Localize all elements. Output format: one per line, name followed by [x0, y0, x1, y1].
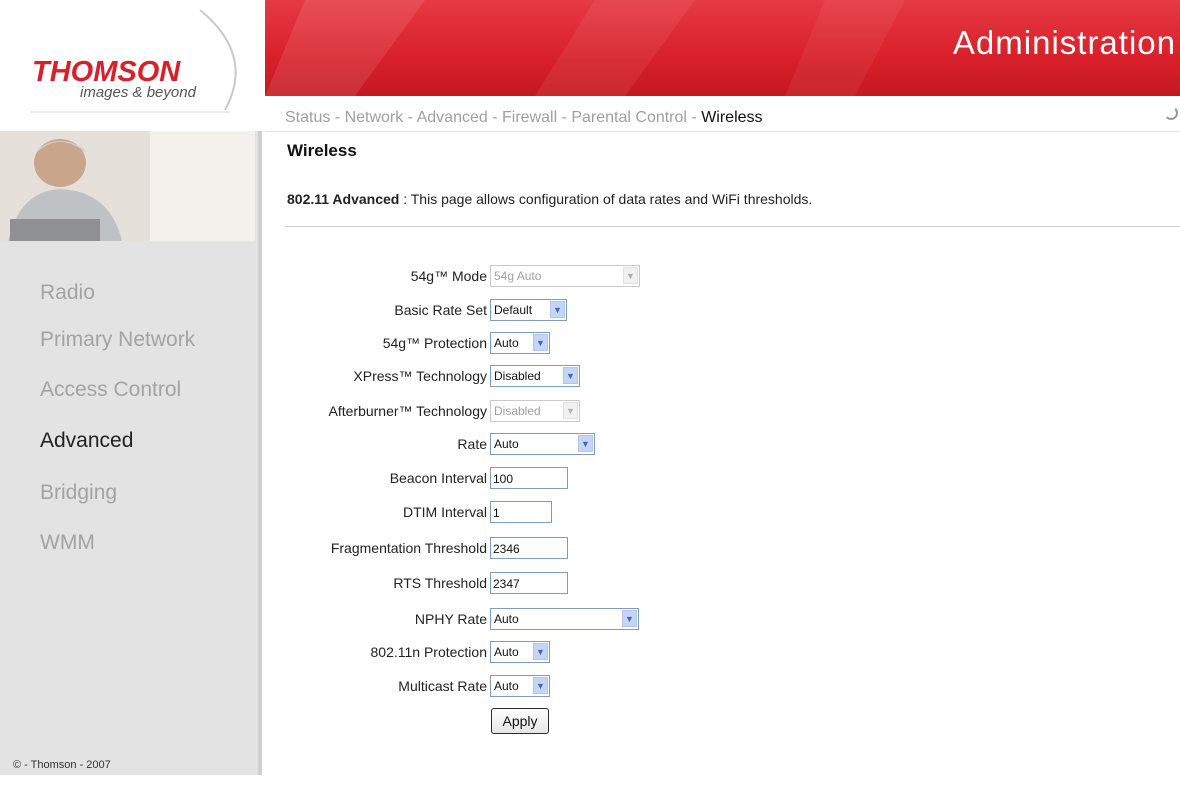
chevron-down-icon: ▼: [533, 334, 548, 351]
header: THOMSON images & beyond Administration S…: [0, 0, 1180, 132]
nav-separator: -: [487, 109, 502, 126]
chevron-down-icon: ▼: [533, 643, 548, 660]
refresh-icon: [1164, 106, 1178, 120]
description-text: : This page allows configuration of data…: [399, 191, 813, 207]
chevron-down-icon: ▼: [622, 610, 637, 627]
nav-links: Status - Network - Advanced - Firewall -…: [285, 109, 763, 127]
chevron-down-icon: ▼: [533, 677, 548, 694]
page-description: 802.11 Advanced : This page allows confi…: [287, 191, 812, 207]
main-content: Wireless 802.11 Advanced : This page all…: [285, 131, 1180, 775]
divider: [285, 226, 1180, 227]
nav-separator: -: [557, 109, 572, 126]
sidebar-item-wmm[interactable]: WMM: [40, 531, 95, 555]
sidebar-item-primary-network[interactable]: Primary Network: [40, 328, 195, 352]
form-row-80211n-protection: 802.11n Protection Auto ▼: [285, 641, 885, 665]
field-label: Afterburner™ Technology: [328, 403, 488, 419]
sidebar-item-access-control[interactable]: Access Control: [40, 378, 181, 402]
chevron-down-icon: ▼: [550, 301, 565, 318]
field-label: NPHY Rate: [414, 611, 487, 627]
banner-title: Administration: [952, 24, 1176, 61]
multicast-rate-select[interactable]: Auto ▼: [490, 675, 550, 697]
page-title: Wireless: [287, 141, 357, 160]
fragmentation-threshold-input[interactable]: 2346: [490, 537, 568, 559]
form-row-54g-protection: 54g™ Protection Auto ▼: [285, 332, 885, 356]
field-label: Beacon Interval: [389, 470, 487, 486]
field-label: 54g™ Mode: [410, 268, 487, 284]
chevron-down-icon: ▼: [578, 435, 593, 452]
form-row-fragmentation-threshold: Fragmentation Threshold 2346: [285, 537, 885, 561]
field-label: XPress™ Technology: [353, 368, 487, 384]
nphy-rate-select[interactable]: Auto ▼: [490, 608, 639, 630]
basic-rate-set-select[interactable]: Default ▼: [490, 299, 567, 321]
field-label: 54g™ Protection: [382, 335, 487, 351]
form-row-apply: Apply: [285, 708, 885, 734]
rate-select[interactable]: Auto ▼: [490, 433, 595, 455]
field-label: Basic Rate Set: [394, 302, 487, 318]
nav-separator: -: [330, 109, 345, 126]
description-heading: 802.11 Advanced: [287, 191, 400, 207]
chevron-down-icon: ▼: [563, 367, 578, 384]
field-label: Rate: [457, 436, 487, 452]
field-label: Fragmentation Threshold: [330, 540, 487, 556]
form-row-rate: Rate Auto ▼: [285, 433, 885, 457]
form-row-afterburner-technology: Afterburner™ Technology Disabled ▼: [285, 400, 885, 424]
logo: THOMSON images & beyond: [0, 0, 265, 131]
54g-protection-select[interactable]: Auto ▼: [490, 332, 550, 354]
sidebar-item-radio[interactable]: Radio: [40, 281, 95, 305]
field-label: 802.11n Protection: [370, 644, 488, 660]
xpress-technology-select[interactable]: Disabled ▼: [490, 365, 580, 387]
user-photo: [0, 131, 255, 241]
nav-link-firewall[interactable]: Firewall: [502, 109, 557, 126]
form-row-basic-rate-set: Basic Rate Set Default ▼: [285, 299, 885, 323]
form-row-multicast-rate: Multicast Rate Auto ▼: [285, 675, 885, 699]
chevron-down-icon: ▼: [623, 267, 638, 284]
sidebar: Radio Primary Network Access Control Adv…: [0, 131, 262, 775]
copyright-text: © - Thomson - 2007: [13, 759, 111, 771]
logo-tagline: images & beyond: [80, 84, 196, 101]
top-navigation: Status - Network - Advanced - Firewall -…: [265, 96, 1180, 132]
form-row-xpress-technology: XPress™ Technology Disabled ▼: [285, 365, 885, 389]
field-label: DTIM Interval: [402, 504, 487, 520]
form-row-beacon-interval: Beacon Interval 100: [285, 467, 885, 491]
nav-separator: -: [403, 109, 417, 126]
nav-link-wireless[interactable]: Wireless: [701, 109, 762, 126]
afterburner-technology-select[interactable]: Disabled ▼: [490, 400, 580, 422]
sidebar-item-advanced[interactable]: Advanced: [40, 429, 133, 453]
nav-link-advanced[interactable]: Advanced: [417, 109, 488, 126]
banner: Administration: [265, 0, 1180, 96]
nav-link-network[interactable]: Network: [345, 109, 404, 126]
nav-link-status[interactable]: Status: [285, 109, 330, 126]
chevron-down-icon: ▼: [563, 402, 578, 419]
dtim-interval-input[interactable]: 1: [490, 501, 552, 523]
form-row-dtim-interval: DTIM Interval 1: [285, 501, 885, 525]
rts-threshold-input[interactable]: 2347: [490, 572, 568, 594]
beacon-interval-input[interactable]: 100: [490, 467, 568, 489]
apply-button[interactable]: Apply: [491, 708, 549, 734]
80211n-protection-select[interactable]: Auto ▼: [490, 641, 550, 663]
nav-separator: -: [686, 109, 702, 126]
field-label: Multicast Rate: [398, 678, 487, 694]
sidebar-item-bridging[interactable]: Bridging: [40, 481, 117, 505]
54g-mode-select[interactable]: 54g Auto ▼: [490, 265, 640, 287]
form-row-rts-threshold: RTS Threshold 2347: [285, 572, 885, 596]
nav-link-parental-control[interactable]: Parental Control: [571, 109, 687, 126]
form-row-nphy-rate: NPHY Rate Auto ▼: [285, 608, 885, 632]
field-label: RTS Threshold: [393, 575, 487, 591]
form-row-54g-mode: 54g™ Mode 54g Auto ▼: [285, 265, 885, 289]
